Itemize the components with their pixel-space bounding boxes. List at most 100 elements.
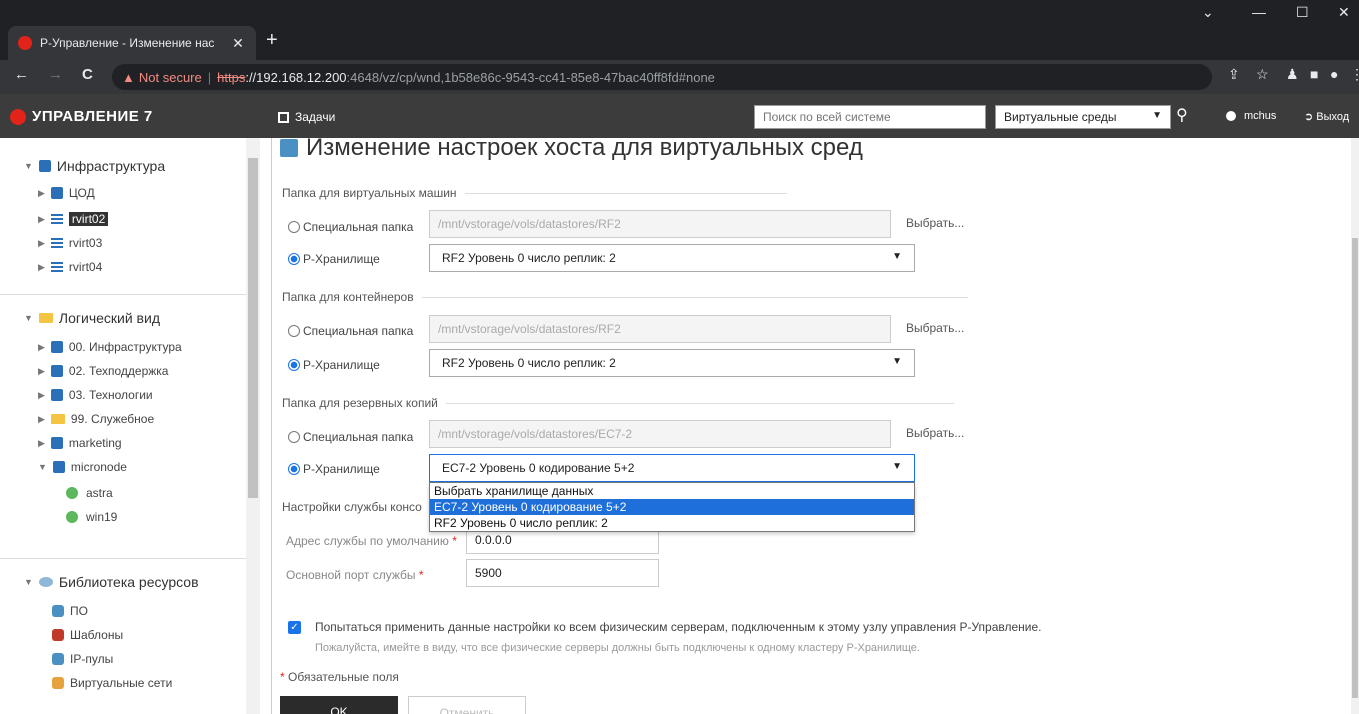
tree-vm[interactable]: astra	[66, 486, 113, 500]
forward-button[interactable]: →	[48, 66, 63, 83]
network-icon	[52, 677, 64, 689]
url-input[interactable]: ▲ Not secure | https ://192.168.12.200 :…	[112, 64, 1212, 90]
menu-icon[interactable]: ⋮	[1350, 66, 1359, 83]
radio-on-icon[interactable]	[288, 359, 300, 371]
radio-on-icon[interactable]	[288, 253, 300, 265]
expand-icon[interactable]: ▶	[38, 438, 45, 449]
ct-storage-select[interactable]: RF2 Уровень 0 число реплик: 2 ▼	[429, 349, 915, 377]
close-window-button[interactable]: ✕	[1338, 4, 1350, 21]
tree-node[interactable]: ▶ ЦОД	[38, 186, 95, 200]
dropdown-option[interactable]: Выбрать хранилище данных	[430, 483, 914, 499]
tree-infra[interactable]: ▼ Инфраструктура	[24, 158, 165, 174]
ct-path-input[interactable]: /mnt/vstorage/vols/datastores/RF2	[429, 315, 891, 343]
bookmark-star-icon[interactable]: ☆	[1256, 66, 1269, 83]
reload-button[interactable]: C	[82, 66, 93, 83]
ok-button[interactable]: OK	[280, 696, 398, 714]
tree-node[interactable]: ▶ rvirt02	[38, 212, 109, 226]
checkmark-icon[interactable]: ✓	[288, 620, 301, 634]
library-item[interactable]: Виртуальные сети	[52, 676, 172, 690]
new-tab-button[interactable]: +	[266, 30, 278, 50]
tree-vm[interactable]: win19	[66, 510, 117, 524]
tree-node[interactable]: ▶ marketing	[38, 436, 122, 450]
minimize-button[interactable]: —	[1252, 4, 1266, 20]
tree-node[interactable]: ▶ rvirt04	[38, 260, 102, 274]
tree-node[interactable]: ▶ 00. Инфраструктура	[38, 340, 182, 354]
content-scrollbar-thumb[interactable]	[1352, 238, 1358, 698]
profile-icon[interactable]: ●	[1330, 66, 1338, 82]
backup-storage-radio[interactable]: Р-Хранилище	[288, 462, 380, 476]
backup-storage-select[interactable]: EC7-2 Уровень 0 кодирование 5+2 ▼	[429, 454, 915, 482]
expand-icon[interactable]: ▼	[24, 161, 33, 171]
library-item-label: Шаблоны	[70, 628, 124, 642]
sidebar-scrollbar-thumb[interactable]	[248, 158, 258, 498]
radio-off-icon[interactable]	[288, 325, 300, 337]
logout-link[interactable]: ➲ Выход	[1304, 110, 1349, 123]
cancel-button[interactable]: Отменить	[408, 696, 526, 714]
tree-node[interactable]: ▶ 99. Служебное	[38, 412, 154, 426]
browser-tab[interactable]: Р-Управление - Изменение нас ✕	[8, 26, 256, 60]
expand-icon[interactable]: ▶	[38, 262, 45, 273]
expand-icon[interactable]: ▶	[38, 390, 45, 401]
tree-node-label: ЦОД	[68, 186, 95, 200]
tree-node[interactable]: ▶ 02. Техподдержка	[38, 364, 168, 378]
expand-icon[interactable]: ▼	[24, 313, 33, 323]
tree-node-label: micronode	[70, 460, 127, 474]
global-search-input[interactable]: Поиск по всей системе	[754, 105, 986, 129]
expand-icon[interactable]: ▶	[38, 342, 45, 353]
expand-icon[interactable]: ▶	[38, 214, 45, 225]
expand-icon[interactable]: ▶	[38, 238, 45, 249]
tree-node[interactable]: ▼ micronode	[38, 460, 127, 474]
url-path: :4648/vz/cp/wnd,1b58e86c-9543-cc41-85e8-…	[346, 69, 715, 85]
expand-icon[interactable]: ▼	[24, 577, 33, 587]
app-logo[interactable]: УПРАВЛЕНИЕ 7	[10, 108, 153, 125]
expand-icon[interactable]: ▶	[38, 366, 45, 377]
dropdown-option-selected[interactable]: EC7-2 Уровень 0 кодирование 5+2	[430, 499, 914, 515]
share-icon[interactable]: ⇪	[1228, 66, 1240, 83]
radio-on-icon[interactable]	[288, 463, 300, 475]
vm-storage-select[interactable]: RF2 Уровень 0 число реплик: 2 ▼	[429, 244, 915, 272]
ct-choose-button[interactable]: Выбрать...	[906, 321, 964, 335]
host-settings-icon	[280, 139, 298, 157]
backup-path-input[interactable]: /mnt/vstorage/vols/datastores/EC7-2	[429, 420, 891, 448]
library-item[interactable]: Шаблоны	[52, 628, 123, 642]
legend-text: Настройки службы консо	[282, 500, 422, 514]
library-item-label: Виртуальные сети	[70, 676, 173, 690]
tree-node-label: rvirt04	[68, 260, 103, 274]
tree-node[interactable]: ▶ 03. Технологии	[38, 388, 153, 402]
back-button[interactable]: ←	[14, 66, 29, 83]
maximize-button[interactable]: ☐	[1296, 4, 1309, 21]
folder-icon	[50, 414, 65, 424]
user-menu[interactable]: mchus	[1226, 110, 1276, 122]
storage-dropdown-list[interactable]: Выбрать хранилище данных EC7-2 Уровень 0…	[429, 482, 915, 532]
radio-off-icon[interactable]	[288, 431, 300, 443]
sidebar-toggle-icon[interactable]: ■	[1310, 66, 1318, 82]
vm-custom-radio[interactable]: Специальная папка	[288, 220, 413, 234]
scope-select[interactable]: Виртуальные среды ▼	[995, 105, 1171, 129]
ct-storage-radio[interactable]: Р-Хранилище	[288, 358, 380, 372]
expand-icon[interactable]: ▶	[38, 414, 45, 425]
group-icon	[50, 389, 63, 401]
tasks-link[interactable]: Задачи	[278, 110, 335, 124]
library-item[interactable]: ПО	[52, 604, 88, 618]
vm-choose-button[interactable]: Выбрать...	[906, 216, 964, 230]
port-input[interactable]: 5900	[466, 559, 659, 587]
search-icon[interactable]: ⚲	[1176, 105, 1188, 125]
library-item[interactable]: IP-пулы	[52, 652, 113, 666]
required-note: * Обязательные поля	[280, 670, 399, 684]
extension-icon[interactable]: ♟	[1286, 66, 1299, 83]
vm-storage-radio[interactable]: Р-Хранилище	[288, 252, 380, 266]
tree-node[interactable]: ▶ rvirt03	[38, 236, 102, 250]
backup-choose-button[interactable]: Выбрать...	[906, 426, 964, 440]
backup-custom-radio[interactable]: Специальная папка	[288, 430, 413, 444]
tree-library[interactable]: ▼ Библиотека ресурсов	[24, 574, 199, 590]
ct-custom-radio[interactable]: Специальная папка	[288, 324, 413, 338]
tree-logical[interactable]: ▼ Логический вид	[24, 310, 160, 326]
expand-icon[interactable]: ▶	[38, 188, 45, 199]
tab-close-icon[interactable]: ✕	[230, 35, 246, 52]
dropdown-option[interactable]: RF2 Уровень 0 число реплик: 2	[430, 515, 914, 531]
tab-search-icon[interactable]: ⌄	[1202, 4, 1214, 21]
radio-off-icon[interactable]	[288, 221, 300, 233]
expand-icon[interactable]: ▼	[38, 462, 47, 472]
vm-path-input[interactable]: /mnt/vstorage/vols/datastores/RF2	[429, 210, 891, 238]
apply-all-checkbox[interactable]: ✓ Попытаться применить данные настройки к…	[288, 620, 1042, 634]
